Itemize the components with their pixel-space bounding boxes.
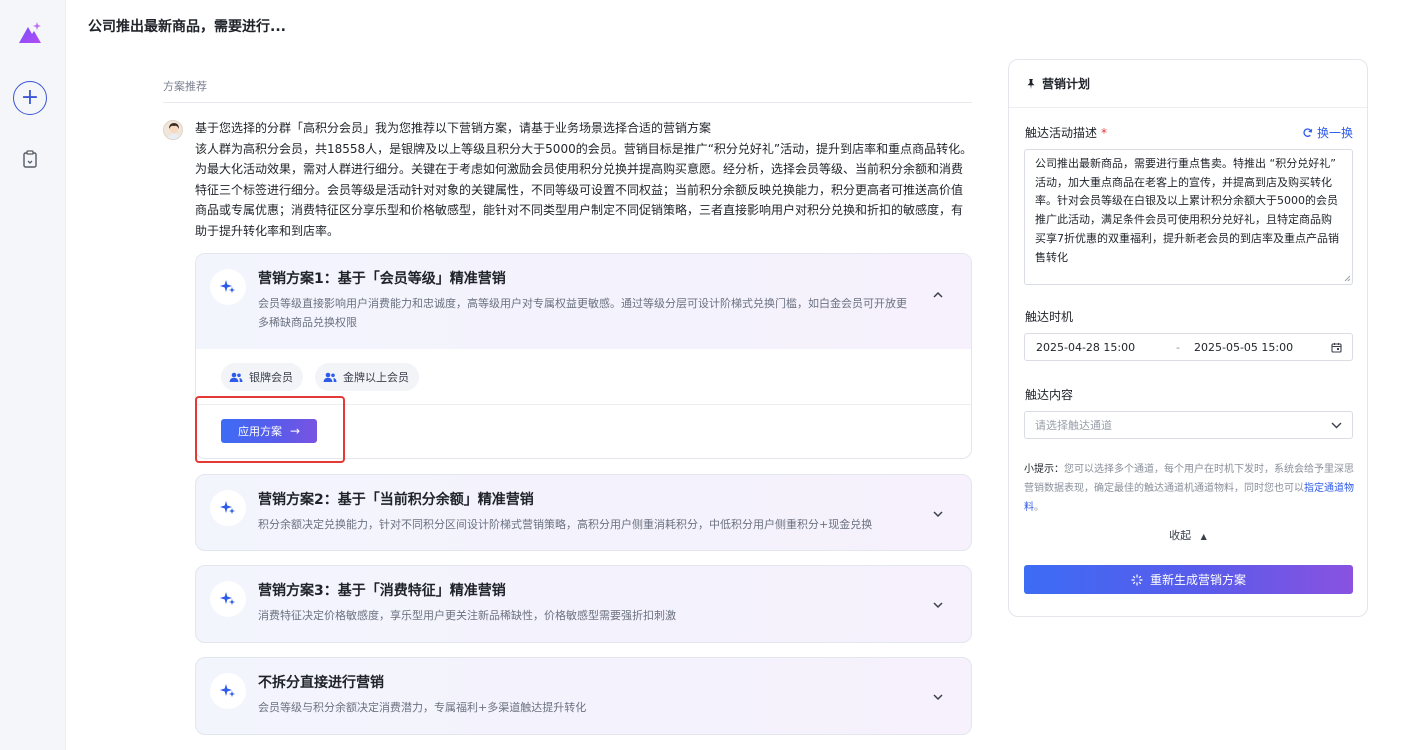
avatar xyxy=(163,120,183,140)
regenerate-label: 重新生成营销方案 xyxy=(1149,573,1246,587)
chevron-down-icon[interactable] xyxy=(931,507,945,521)
plan-card-1: 营销方案1：基于「会员等级」精准营销 会员等级直接影响用户消费能力和忠诚度，高等… xyxy=(195,253,972,459)
page-title: 公司推出最新商品，需要进行... xyxy=(88,19,286,35)
plan-title: 不拆分直接进行营销 xyxy=(258,675,384,691)
section-label: 方案推荐 xyxy=(163,78,972,103)
sparkle-icon xyxy=(210,673,246,709)
clipboard-icon[interactable] xyxy=(22,150,38,168)
intro-headline: 基于您选择的分群「高积分会员」我为您推荐以下营销方案，请基于业务场景选择合适的营… xyxy=(195,121,712,135)
chevron-down-icon[interactable] xyxy=(931,598,945,612)
tip-prefix: 小提示： xyxy=(1024,464,1064,475)
tip-text: 小提示：您可以选择多个通道，每个用户在时机下发时，系统会给予里深思营销数据表现，… xyxy=(1024,460,1354,517)
caret-up-icon: ▲ xyxy=(1200,532,1207,541)
apply-label: 应用方案 xyxy=(237,425,282,438)
plan-title: 营销方案1：基于「会员等级」精准营销 xyxy=(258,271,506,287)
plan-card-2[interactable]: 营销方案2：基于「当前积分余额」精准营销 积分余额决定兑换能力，针对不同积分区间… xyxy=(195,474,972,551)
content-label: 触达内容 xyxy=(1025,388,1074,402)
users-icon xyxy=(229,372,243,382)
collapse-toggle[interactable]: 收起 ▲ xyxy=(1009,527,1367,543)
sparkle-icon xyxy=(210,581,246,617)
plan-card-4[interactable]: 不拆分直接进行营销 会员等级与积分余额决定消费潜力，专属福利+多渠道触达提升转化 xyxy=(195,657,972,735)
chevron-down-icon[interactable] xyxy=(931,690,945,704)
arrow-right-icon: → xyxy=(289,424,301,438)
activity-description-textarea[interactable]: 公司推出最新商品，需要进行重点售卖。特推出 “积分兑好礼” 活动，加大重点商品在… xyxy=(1024,149,1353,285)
sparkle-icon xyxy=(210,269,246,305)
plan-desc: 消费特征决定价格敏感度，享乐型用户更关注新品稀缺性，价格敏感型需要强折扣刺激 xyxy=(258,609,676,622)
plan-desc: 会员等级直接影响用户消费能力和忠诚度，高等级用户对专属权益更敏感。通过等级分层可… xyxy=(258,297,907,329)
time-label: 触达时机 xyxy=(1025,310,1074,324)
main-content: 方案推荐 基于您选择的分群「高积分会员」我为您推荐以下营销方案，请基于业务场景选… xyxy=(163,78,972,238)
tag-label: 银牌会员 xyxy=(249,371,293,384)
tag-gold-member[interactable]: 金牌以上会员 xyxy=(315,363,419,391)
swap-label: 换一换 xyxy=(1316,126,1353,140)
swap-button[interactable]: 换一换 xyxy=(1302,124,1353,141)
desc-label: 触达活动描述 * xyxy=(1025,124,1107,141)
pin-icon xyxy=(1027,78,1035,89)
tag-silver-member[interactable]: 银牌会员 xyxy=(221,363,303,391)
chevron-up-icon[interactable] xyxy=(931,288,945,302)
plan-desc: 会员等级与积分余额决定消费潜力，专属福利+多渠道触达提升转化 xyxy=(258,701,587,714)
left-rail: + xyxy=(0,0,66,750)
plan-desc: 积分余额决定兑换能力，针对不同积分区间设计阶梯式营销策略，高积分用户侧重消耗积分… xyxy=(258,518,873,531)
tip-end: 。 xyxy=(1034,502,1044,513)
plan-tags: 银牌会员 金牌以上会员 xyxy=(196,349,971,405)
sparkle-icon xyxy=(210,490,246,526)
start-date: 2025-04-28 15:00 xyxy=(1036,340,1136,354)
logo-icon[interactable] xyxy=(17,20,43,46)
plan-title: 营销方案3：基于「消费特征」精准营销 xyxy=(258,583,506,599)
end-date: 2025-05-05 15:00 xyxy=(1194,340,1294,354)
refresh-icon xyxy=(1303,128,1313,137)
collapse-label: 收起 xyxy=(1169,529,1192,542)
required-mark: * xyxy=(1101,126,1108,140)
intro-text: 基于您选择的分群「高积分会员」我为您推荐以下营销方案，请基于业务场景选择合适的营… xyxy=(195,118,973,241)
panel-title: 营销计划 xyxy=(1042,77,1091,91)
calendar-icon xyxy=(1331,343,1342,353)
resize-grip-icon[interactable] xyxy=(1343,274,1351,282)
apply-area: 应用方案 → xyxy=(196,405,971,457)
plan-title: 营销方案2：基于「当前积分余额」精准营销 xyxy=(258,492,534,508)
panel-header: 营销计划 xyxy=(1009,60,1367,108)
apply-plan-button[interactable]: 应用方案 → xyxy=(221,419,317,443)
tag-label: 金牌以上会员 xyxy=(343,371,409,384)
channel-placeholder: 请选择触达通道 xyxy=(1035,419,1112,432)
chevron-down-icon xyxy=(1331,422,1342,429)
sparkle-icon xyxy=(1131,574,1143,585)
intro-body: 该人群为高积分会员，共18558人，是银牌及以上等级且积分大于5000的会员。营… xyxy=(195,141,973,238)
plus-icon: + xyxy=(20,85,40,110)
plan-card-3[interactable]: 营销方案3：基于「消费特征」精准营销 消费特征决定价格敏感度，享乐型用户更关注新… xyxy=(195,565,972,643)
channel-select[interactable]: 请选择触达通道 xyxy=(1024,411,1353,439)
desc-label-text: 触达活动描述 xyxy=(1025,126,1098,140)
marketing-plan-panel: 营销计划 触达活动描述 * 换一换 公司推出最新商品，需要进行重点售卖。特推出 “… xyxy=(1008,59,1368,617)
date-separator: - xyxy=(1176,340,1180,354)
users-icon xyxy=(323,372,337,382)
date-range-picker[interactable]: 2025-04-28 15:00 - 2025-05-05 15:00 xyxy=(1024,333,1353,361)
regenerate-button[interactable]: 重新生成营销方案 xyxy=(1024,565,1353,594)
plan-card-1-header[interactable]: 营销方案1：基于「会员等级」精准营销 会员等级直接影响用户消费能力和忠诚度，高等… xyxy=(196,254,971,349)
new-chat-button[interactable]: + xyxy=(13,81,47,115)
